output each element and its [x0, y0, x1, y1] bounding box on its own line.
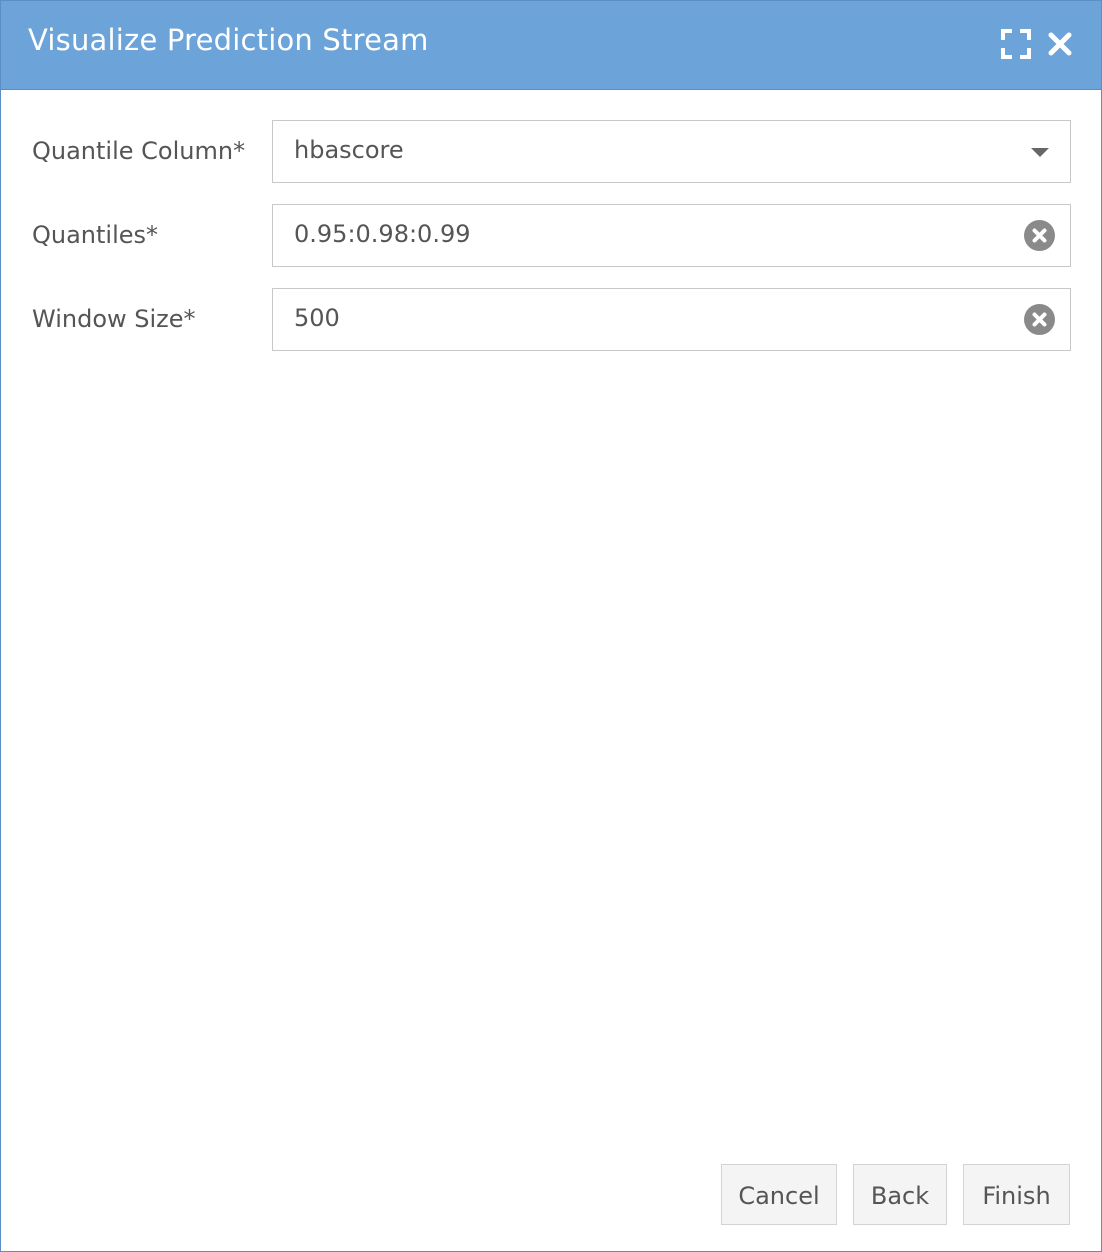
close-icon[interactable] [1047, 31, 1073, 57]
dialog-titlebar[interactable]: Visualize Prediction Stream [1, 1, 1101, 90]
window-size-label: Window Size* [32, 305, 196, 333]
clear-icon[interactable] [1024, 220, 1055, 251]
cancel-button[interactable]: Cancel [721, 1164, 837, 1225]
quantile-column-value: hbascore [294, 136, 404, 164]
dialog-title: Visualize Prediction Stream [28, 23, 429, 57]
window-size-input[interactable] [294, 304, 994, 332]
quantiles-field-box [272, 204, 1071, 267]
window-size-field-box [272, 288, 1071, 351]
maximize-icon[interactable] [1001, 29, 1031, 59]
clear-icon[interactable] [1024, 304, 1055, 335]
quantile-column-label: Quantile Column* [32, 137, 246, 165]
chevron-down-icon[interactable] [1031, 148, 1049, 157]
quantiles-input[interactable] [294, 220, 994, 248]
quantile-column-select[interactable]: hbascore [272, 120, 1071, 183]
quantiles-label: Quantiles* [32, 221, 159, 249]
back-button[interactable]: Back [853, 1164, 947, 1225]
finish-button[interactable]: Finish [963, 1164, 1070, 1225]
visualize-prediction-stream-dialog: Visualize Prediction Stream Quantile Col… [0, 0, 1102, 1252]
